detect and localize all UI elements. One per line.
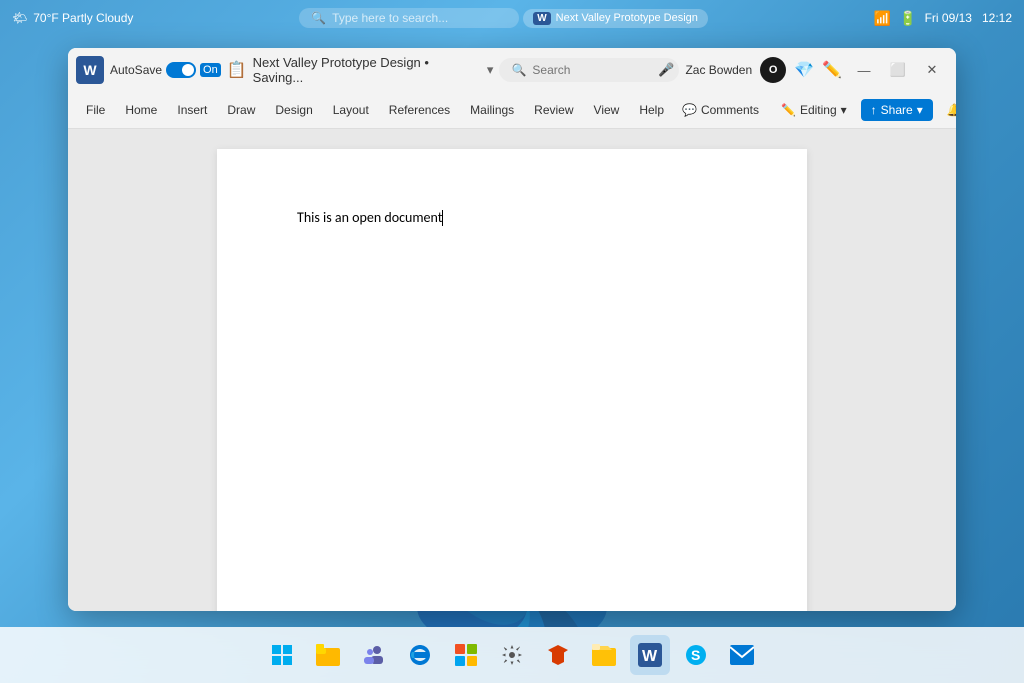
menu-help[interactable]: Help bbox=[629, 99, 674, 121]
chevron-down-icon[interactable]: ▾ bbox=[487, 62, 494, 78]
search-input[interactable] bbox=[332, 11, 452, 25]
minimize-button[interactable]: — bbox=[848, 56, 880, 84]
menu-mailings[interactable]: Mailings bbox=[460, 99, 524, 121]
mail-icon[interactable] bbox=[722, 635, 762, 675]
wifi-icon: 📶 bbox=[874, 10, 891, 27]
menu-insert[interactable]: Insert bbox=[167, 99, 217, 121]
user-name: Zac Bowden bbox=[685, 63, 752, 77]
teams-icon[interactable] bbox=[354, 635, 394, 675]
word-logo-icon: W bbox=[76, 56, 104, 84]
maximize-button[interactable]: ⬜ bbox=[882, 56, 914, 84]
doc-layout-icon: 📋 bbox=[227, 60, 247, 80]
menu-bar: File Home Insert Draw Design Layout Refe… bbox=[76, 92, 674, 128]
close-button[interactable]: ✕ bbox=[916, 56, 948, 84]
doc-content: This is an open document bbox=[297, 209, 442, 226]
mic-icon[interactable]: 🎤 bbox=[658, 62, 674, 78]
taskbar-search[interactable]: 🔍 bbox=[299, 8, 519, 28]
chevron-editing-icon: ▾ bbox=[841, 103, 847, 117]
feedback-icon: 🔔 bbox=[947, 103, 956, 117]
ribbon-actions: 💬 Comments ✏️ Editing ▾ ↑ Share ▾ 🔔 bbox=[674, 99, 956, 121]
document-area[interactable]: This is an open document bbox=[68, 129, 956, 611]
pen-icon: ✏️ bbox=[822, 60, 842, 80]
menu-references[interactable]: References bbox=[379, 99, 460, 121]
settings-icon[interactable] bbox=[492, 635, 532, 675]
document-title: Next Valley Prototype Design • Saving...… bbox=[253, 55, 494, 85]
word-mini-icon: W bbox=[533, 12, 550, 25]
doc-page: This is an open document bbox=[217, 149, 807, 611]
word-taskbar-icon[interactable]: W bbox=[630, 635, 670, 675]
ribbon: File Home Insert Draw Design Layout Refe… bbox=[68, 92, 956, 129]
diamond-icon: 💎 bbox=[794, 60, 814, 80]
menu-view[interactable]: View bbox=[584, 99, 630, 121]
menu-home[interactable]: Home bbox=[115, 99, 167, 121]
start-button[interactable] bbox=[262, 635, 302, 675]
file-manager-icon[interactable] bbox=[584, 635, 624, 675]
svg-text:W: W bbox=[642, 648, 658, 665]
menu-draw[interactable]: Draw bbox=[217, 99, 265, 121]
title-bar: W AutoSave On 📋 Next Valley Prototype De… bbox=[68, 48, 956, 92]
system-tray: 📶 🔋 Fri 09/13 12:12 bbox=[874, 10, 1012, 27]
file-explorer-icon[interactable] bbox=[308, 635, 348, 675]
chevron-share-icon: ▾ bbox=[917, 103, 923, 117]
toggle-on-label: On bbox=[200, 63, 221, 77]
pencil-icon: ✏️ bbox=[781, 103, 796, 117]
menu-file[interactable]: File bbox=[76, 99, 115, 121]
ribbon-search-input[interactable] bbox=[532, 63, 652, 77]
battery-icon: 🔋 bbox=[899, 10, 916, 27]
autosave-area: AutoSave On bbox=[110, 62, 221, 78]
menu-design[interactable]: Design bbox=[265, 99, 322, 121]
store-icon[interactable] bbox=[446, 635, 486, 675]
menu-layout[interactable]: Layout bbox=[323, 99, 379, 121]
window-controls: — ⬜ ✕ bbox=[848, 56, 948, 84]
svg-text:S: S bbox=[691, 647, 700, 663]
weather-icon: 🌤 bbox=[12, 11, 27, 25]
autosave-toggle[interactable] bbox=[166, 62, 196, 78]
weather-text: 70°F Partly Cloudy bbox=[33, 11, 133, 25]
feedback-button[interactable]: 🔔 bbox=[939, 100, 956, 120]
comments-button[interactable]: 💬 Comments bbox=[674, 100, 767, 120]
avatar: O bbox=[760, 57, 786, 83]
search-icon: 🔍 bbox=[511, 63, 526, 77]
share-button[interactable]: ↑ Share ▾ bbox=[861, 99, 933, 121]
edge-icon[interactable] bbox=[400, 635, 440, 675]
share-icon: ↑ bbox=[871, 103, 877, 117]
taskbar: W S bbox=[0, 627, 1024, 683]
skype-icon[interactable]: S bbox=[676, 635, 716, 675]
word-window: W AutoSave On 📋 Next Valley Prototype De… bbox=[68, 48, 956, 611]
menu-review[interactable]: Review bbox=[524, 99, 583, 121]
date-time: Fri 09/13 12:12 bbox=[925, 11, 1012, 25]
text-cursor bbox=[442, 210, 443, 226]
user-area: Zac Bowden O 💎 ✏️ bbox=[685, 57, 842, 83]
active-app-pill: W Next Valley Prototype Design bbox=[523, 9, 708, 28]
autosave-label: AutoSave bbox=[110, 63, 162, 77]
search-icon: 🔍 bbox=[311, 11, 326, 25]
editing-button[interactable]: ✏️ Editing ▾ bbox=[773, 100, 855, 120]
system-bar-center: 🔍 W Next Valley Prototype Design bbox=[299, 8, 708, 28]
office-icon[interactable] bbox=[538, 635, 578, 675]
system-bar: 🌤 70°F Partly Cloudy 🔍 W Next Valley Pro… bbox=[0, 0, 1024, 36]
active-app-label: Next Valley Prototype Design bbox=[556, 12, 698, 24]
comment-icon: 💬 bbox=[682, 103, 697, 117]
ribbon-search[interactable]: 🔍 🎤 bbox=[499, 58, 679, 82]
system-bar-left: 🌤 70°F Partly Cloudy bbox=[12, 11, 133, 25]
